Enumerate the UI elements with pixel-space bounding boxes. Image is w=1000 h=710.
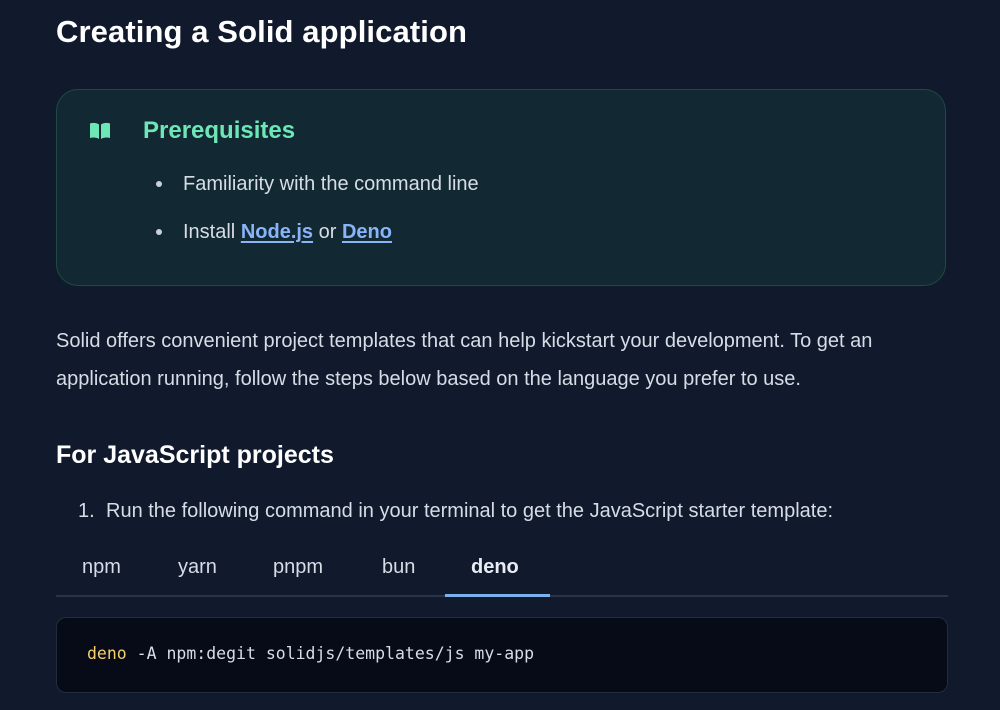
intro-paragraph: Solid offers convenient project template… [56,330,873,390]
tab-npm[interactable]: npm [82,556,121,579]
deno-link[interactable]: Deno [342,221,392,243]
nodejs-link[interactable]: Node.js [241,221,313,243]
package-manager-tabs: npm yarn pnpm bun deno [56,548,948,597]
list-item-text: Familiarity with the command line [183,173,479,195]
list-item-prefix: Install [183,221,241,243]
book-open-icon [90,122,110,139]
prerequisites-list: Familiarity with the command line Instal… [153,170,479,266]
step-item: 1. Run the following command in your term… [78,500,833,523]
list-item: Install Node.js or Deno [153,218,479,266]
list-item: Familiarity with the command line [153,170,479,218]
page-title: Creating a Solid application [56,14,468,49]
code-command: deno [87,644,127,663]
list-item-middle: or [313,221,342,243]
code-block[interactable]: deno -A npm:degit solidjs/templates/js m… [56,617,948,693]
active-tab-indicator [445,594,550,597]
bullet-dot [156,181,162,187]
code-args: -A npm:degit solidjs/templates/js my-app [126,644,535,663]
code-line: deno -A npm:degit solidjs/templates/js m… [87,644,534,663]
section-heading: For JavaScript projects [56,441,334,469]
step-number: 1. [78,500,95,522]
tab-pnpm[interactable]: pnpm [273,556,323,579]
tab-bun[interactable]: bun [382,556,415,579]
bullet-dot [156,229,162,235]
tab-yarn[interactable]: yarn [178,556,217,579]
tab-deno[interactable]: deno [471,556,519,579]
prerequisites-callout: Prerequisites Familiarity with the comma… [56,89,946,286]
prerequisites-heading: Prerequisites [143,117,296,144]
step-text: Run the following command in your termin… [106,500,834,522]
